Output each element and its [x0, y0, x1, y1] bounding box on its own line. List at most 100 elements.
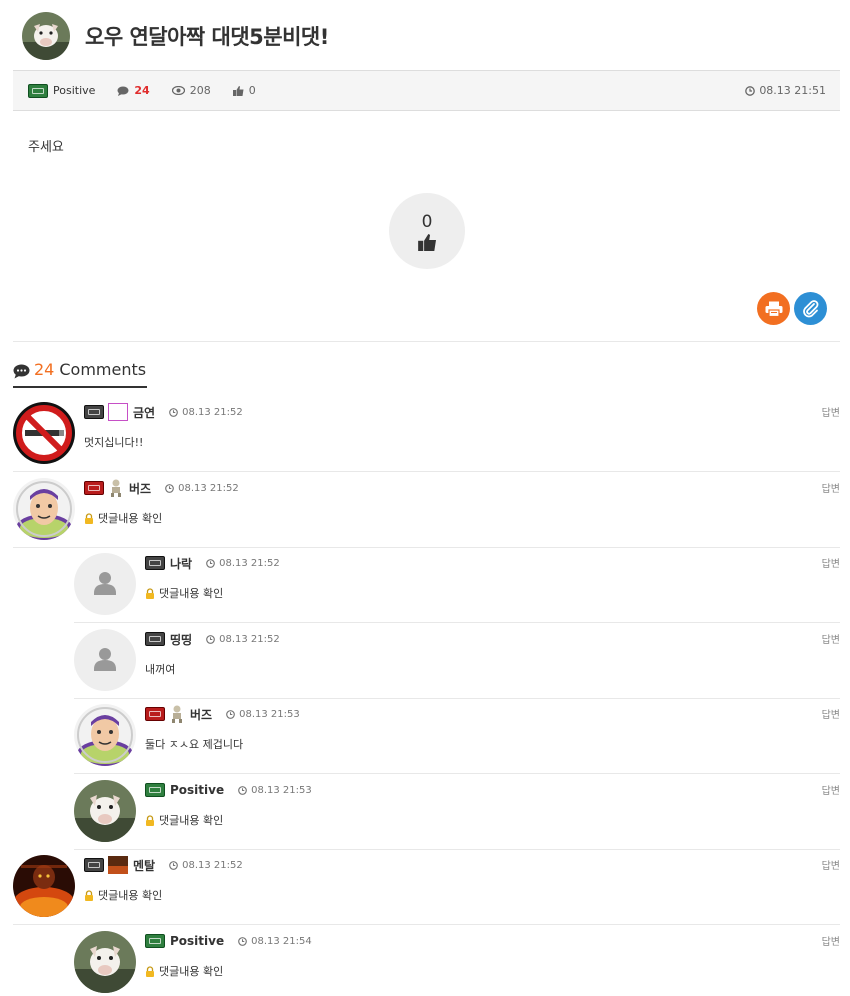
reply-button[interactable]: 답변: [822, 706, 840, 721]
level-badge-icon: [28, 83, 48, 98]
comment-time-text: 08.13 21:52: [219, 557, 280, 569]
level-badge-icon: [145, 556, 165, 570]
post-title: 오우 연달아짝 대댓5분비댓!: [85, 25, 329, 49]
comment-time-text: 08.13 21:54: [251, 935, 312, 947]
reply-button[interactable]: 답변: [822, 933, 840, 948]
lock-icon: [146, 587, 154, 599]
clock-icon: [745, 85, 756, 96]
comment-time-text: 08.13 21:52: [178, 482, 239, 494]
comment-time-text: 08.13 21:53: [239, 708, 300, 720]
lock-icon: [85, 512, 93, 524]
clock-icon: [238, 936, 247, 946]
comment-header: 버즈 08.13 21:53: [145, 705, 300, 723]
comment-time: 08.13 21:52: [169, 407, 243, 418]
comment-item: 나락 08.13 21:52 댓글내용 확인 답변: [74, 547, 840, 623]
like-button[interactable]: 0: [389, 193, 465, 269]
post-title-row: 오우 연달아짝 대댓5분비댓!: [22, 12, 329, 60]
commenter-name[interactable]: 버즈: [129, 480, 151, 497]
comment-count: 24: [117, 84, 150, 97]
comment-time-text: 08.13 21:52: [219, 633, 280, 645]
commenter-name[interactable]: 버즈: [190, 706, 212, 723]
commenter-avatar[interactable]: [74, 931, 136, 993]
comment-time: 08.13 21:52: [169, 860, 243, 871]
level-badge-icon: [145, 934, 165, 948]
comment-item: 멘탈 08.13 21:52 댓글내용 확인 답변: [13, 849, 840, 925]
level-badge-icon: [84, 405, 104, 419]
comment-item: 버즈 08.13 21:53 둘다 ㅈㅅ요 제겁니다 답변: [74, 698, 840, 774]
level-badge-icon: [145, 783, 165, 797]
reply-button[interactable]: 답변: [822, 480, 840, 495]
comment-time: 08.13 21:52: [206, 558, 280, 569]
reply-button[interactable]: 답변: [822, 555, 840, 570]
comment-header: 멘탈 08.13 21:52: [84, 856, 243, 874]
comment-text: 댓글내용 확인: [84, 510, 162, 526]
comment-text-content: 멋지십니다!!: [84, 436, 144, 449]
commenter-avatar[interactable]: [13, 478, 75, 540]
clock-icon: [206, 558, 215, 568]
attach-button[interactable]: [794, 292, 827, 325]
post-body: 주세요: [28, 140, 64, 155]
print-button[interactable]: [757, 292, 790, 325]
user-icon-badge: [169, 705, 185, 723]
commenter-avatar[interactable]: [13, 402, 75, 464]
commenter-avatar[interactable]: [74, 704, 136, 766]
comment-item: Positive 08.13 21:53 댓글내용 확인 답변: [74, 774, 840, 850]
printer-icon: [765, 301, 782, 317]
comment-time: 08.13 21:54: [238, 936, 312, 947]
thumbs-up-icon: [232, 85, 244, 96]
commenter-name[interactable]: Positive: [170, 934, 224, 948]
reply-button[interactable]: 답변: [822, 631, 840, 646]
comment-item: 금연 08.13 21:52 멋지십니다!! 답변: [13, 396, 840, 472]
comment-text-content: 둘다 ㅈㅅ요 제겁니다: [145, 738, 244, 751]
reply-button[interactable]: 답변: [822, 857, 840, 872]
level-badge-icon: [84, 858, 104, 872]
comment-time: 08.13 21:53: [226, 709, 300, 720]
comments-icon: [13, 364, 30, 379]
eye-icon: [171, 86, 185, 95]
commenter-name[interactable]: 금연: [133, 404, 155, 421]
comment-header: 버즈 08.13 21:52: [84, 479, 239, 497]
lock-icon: [85, 889, 93, 901]
paperclip-icon: [802, 299, 818, 317]
post-author[interactable]: Positive: [28, 83, 95, 98]
comment-header: Positive 08.13 21:53: [145, 782, 312, 798]
comment-text: 댓글내용 확인: [145, 963, 223, 979]
user-icon-badge: [108, 479, 124, 497]
commenter-avatar[interactable]: [13, 855, 75, 917]
level-badge-icon: [145, 632, 165, 646]
comment-header: 금연 08.13 21:52: [84, 403, 243, 421]
comment-time: 08.13 21:52: [165, 483, 239, 494]
comment-text: 댓글내용 확인: [84, 887, 162, 903]
post-meta-bar: Positive 24 208 0 08.13 21:51: [13, 70, 840, 111]
comment-text: 댓글내용 확인: [145, 812, 223, 828]
level-badge-icon: [84, 481, 104, 495]
commenter-name[interactable]: 멘탈: [133, 857, 155, 874]
comment-text: 둘다 ㅈㅅ요 제겁니다: [145, 736, 243, 752]
comments-header: 24 Comments: [13, 360, 148, 388]
reply-button[interactable]: 답변: [822, 782, 840, 797]
view-count: 208: [171, 84, 211, 97]
comment-text: 댓글내용 확인: [145, 585, 223, 601]
commenter-avatar[interactable]: [74, 780, 136, 842]
comment-text: 내꺼여: [145, 661, 175, 677]
comment-text-content: 댓글내용 확인: [98, 889, 163, 902]
level-badge-icon: [145, 707, 165, 721]
reply-button[interactable]: 답변: [822, 404, 840, 419]
comment-time-text: 08.13 21:52: [182, 859, 243, 871]
commenter-name[interactable]: 나락: [170, 555, 192, 572]
user-icon-badge: [108, 856, 128, 874]
clock-icon: [206, 634, 215, 644]
comment-header: Positive 08.13 21:54: [145, 933, 312, 949]
section-divider: [13, 341, 840, 342]
commenter-avatar[interactable]: [74, 629, 136, 691]
commenter-name[interactable]: Positive: [170, 783, 224, 797]
author-avatar[interactable]: [22, 12, 70, 60]
comment-item: 띵띵 08.13 21:52 내꺼여 답변: [74, 623, 840, 699]
comment-time-text: 08.13 21:53: [251, 784, 312, 796]
clock-icon: [165, 483, 174, 493]
post-date: 08.13 21:51: [745, 84, 826, 97]
comment-time-text: 08.13 21:52: [182, 406, 243, 418]
clock-icon: [169, 407, 178, 417]
commenter-name[interactable]: 띵띵: [170, 631, 192, 648]
commenter-avatar[interactable]: [74, 553, 136, 615]
